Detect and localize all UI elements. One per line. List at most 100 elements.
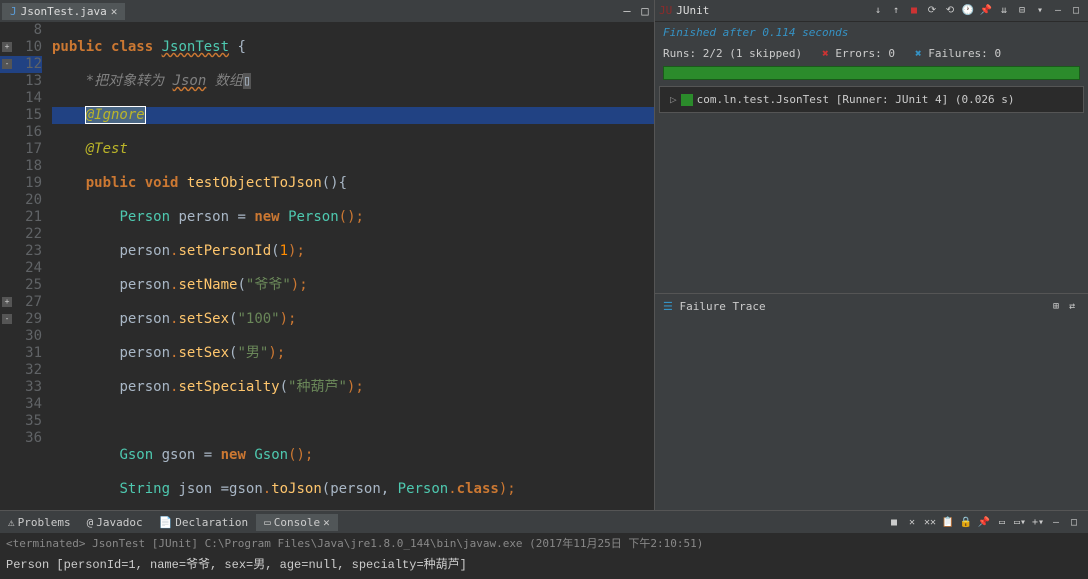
- minimize-icon[interactable]: —: [1048, 514, 1064, 530]
- clear-icon[interactable]: 📋: [940, 514, 956, 530]
- line-number: 17: [0, 141, 42, 158]
- progress-bar: [663, 66, 1080, 80]
- scroll-icon[interactable]: ⇊: [996, 3, 1012, 19]
- test-row[interactable]: ▷ com.ln.test.JsonTest [Runner: JUnit 4]…: [668, 91, 1075, 108]
- line-number: 36: [0, 430, 42, 447]
- line-number: 32: [0, 362, 42, 379]
- bottom-tabs: ⚠Problems @Javadoc 📄Declaration ▭Console…: [0, 511, 1088, 533]
- failures-value: 0: [994, 47, 1001, 60]
- runs-label: Runs:: [663, 47, 696, 60]
- javadoc-icon: @: [87, 516, 94, 529]
- problems-icon: ⚠: [8, 516, 15, 529]
- console-status: <terminated> JsonTest [JUnit] C:\Program…: [0, 533, 1088, 553]
- tab-javadoc[interactable]: @Javadoc: [79, 514, 151, 531]
- line-number: 19: [0, 175, 42, 192]
- filter-icon[interactable]: ⊞: [1048, 298, 1064, 314]
- junit-title: JUnit: [676, 4, 709, 17]
- declaration-icon: 📄: [159, 516, 173, 529]
- editor-tab[interactable]: J JsonTest.java ✕: [2, 3, 125, 20]
- console-icon: ▭: [264, 516, 271, 529]
- line-number: 13: [0, 73, 42, 90]
- line-number: 18: [0, 158, 42, 175]
- expand-icon[interactable]: ▷: [670, 93, 677, 106]
- failure-trace-label: Failure Trace: [680, 300, 766, 313]
- line-number: -29: [0, 311, 42, 328]
- fold-icon[interactable]: -: [2, 59, 12, 69]
- open-console-icon[interactable]: ▭▾: [1012, 514, 1028, 530]
- errors-value: 0: [888, 47, 895, 60]
- line-number: 31: [0, 345, 42, 362]
- minimize-icon[interactable]: —: [1050, 3, 1066, 19]
- failure-trace-header: ☰ Failure Trace ⊞ ⇄: [655, 293, 1088, 318]
- maximize-icon[interactable]: □: [1068, 3, 1084, 19]
- line-number: 8: [0, 22, 42, 39]
- line-number: 15: [0, 107, 42, 124]
- terminate-icon[interactable]: ■: [886, 514, 902, 530]
- line-number: 30: [0, 328, 42, 345]
- stack-icon: ☰: [663, 300, 673, 313]
- maximize-icon[interactable]: □: [636, 4, 654, 18]
- fold-icon[interactable]: +: [2, 42, 12, 52]
- rerun-icon[interactable]: ⟳: [924, 3, 940, 19]
- menu-icon[interactable]: ▾: [1032, 3, 1048, 19]
- code-area[interactable]: 8 +10 -12 13 14 15 16 17 18 19 20 21 22 …: [0, 22, 654, 510]
- test-name: com.ln.test.JsonTest [Runner: JUnit 4] (…: [697, 93, 1015, 106]
- pin-icon[interactable]: 📌: [976, 514, 992, 530]
- compare-icon[interactable]: ⇄: [1064, 298, 1080, 314]
- line-number: +10: [0, 39, 42, 56]
- error-icon: ✖: [822, 47, 829, 60]
- line-number: 20: [0, 192, 42, 209]
- line-number: -12: [0, 56, 42, 73]
- fold-icon[interactable]: +: [2, 297, 12, 307]
- bottom-pane: ⚠Problems @Javadoc 📄Declaration ▭Console…: [0, 510, 1088, 579]
- runs-value: 2/2 (1 skipped): [703, 47, 802, 60]
- tab-declaration[interactable]: 📄Declaration: [151, 514, 257, 531]
- test-pass-icon: [681, 94, 693, 106]
- history-icon[interactable]: 🕐: [960, 3, 976, 19]
- line-number: 23: [0, 243, 42, 260]
- stop-icon[interactable]: ■: [906, 3, 922, 19]
- new-console-icon[interactable]: +▾: [1030, 514, 1046, 530]
- junit-pane: JU JUnit ↓ ↑ ■ ⟳ ⟲ 🕐 📌 ⇊ ⊟ ▾ — □ Finished…: [655, 0, 1088, 510]
- line-number: +27: [0, 294, 42, 311]
- tab-label: JsonTest.java: [21, 5, 107, 18]
- line-number: 24: [0, 260, 42, 277]
- code-content[interactable]: public class JsonTest { *把对象转为 Json 数组▯ …: [48, 22, 654, 510]
- gutter: 8 +10 -12 13 14 15 16 17 18 19 20 21 22 …: [0, 22, 48, 510]
- line-number: 33: [0, 379, 42, 396]
- maximize-icon[interactable]: □: [1066, 514, 1082, 530]
- close-icon[interactable]: ✕: [111, 5, 118, 18]
- test-tree[interactable]: ▷ com.ln.test.JsonTest [Runner: JUnit 4]…: [659, 86, 1084, 113]
- failures-label: Failures:: [928, 47, 988, 60]
- line-number: 22: [0, 226, 42, 243]
- junit-header: JU JUnit ↓ ↑ ■ ⟳ ⟲ 🕐 📌 ⇊ ⊟ ▾ — □: [655, 0, 1088, 22]
- close-icon[interactable]: ✕: [323, 516, 330, 529]
- editor-tab-bar: J JsonTest.java ✕ — □: [0, 0, 654, 22]
- remove-icon[interactable]: ✕: [904, 514, 920, 530]
- pin-icon[interactable]: 📌: [978, 3, 994, 19]
- junit-icon: JU: [659, 4, 672, 17]
- arrow-up-icon[interactable]: ↑: [888, 3, 904, 19]
- junit-counts: Runs: 2/2 (1 skipped) ✖ Errors: 0 ✖ Fail…: [655, 43, 1088, 64]
- display-icon[interactable]: ▭: [994, 514, 1010, 530]
- line-number: 35: [0, 413, 42, 430]
- junit-status: Finished after 0.114 seconds: [655, 22, 1088, 43]
- failure-icon: ✖: [915, 47, 922, 60]
- tab-problems[interactable]: ⚠Problems: [0, 514, 79, 531]
- line-number: 21: [0, 209, 42, 226]
- java-file-icon: J: [10, 5, 17, 18]
- editor-pane: J JsonTest.java ✕ — □ 8 +10 -12 13 14 15…: [0, 0, 655, 510]
- line-number: 34: [0, 396, 42, 413]
- scroll-lock-icon[interactable]: 🔒: [958, 514, 974, 530]
- minimize-icon[interactable]: —: [618, 4, 636, 18]
- line-number: 14: [0, 90, 42, 107]
- collapse-icon[interactable]: ⊟: [1014, 3, 1030, 19]
- console-output[interactable]: Person [personId=1, name=爷爷, sex=男, age=…: [0, 553, 1088, 574]
- console-toolbar: ■ ✕ ✕✕ 📋 🔒 📌 ▭ ▭▾ +▾ — □: [886, 514, 1088, 530]
- tab-console[interactable]: ▭Console ✕: [256, 514, 338, 531]
- line-number: 25: [0, 277, 42, 294]
- rerun-failed-icon[interactable]: ⟲: [942, 3, 958, 19]
- remove-all-icon[interactable]: ✕✕: [922, 514, 938, 530]
- arrow-down-icon[interactable]: ↓: [870, 3, 886, 19]
- fold-icon[interactable]: -: [2, 314, 12, 324]
